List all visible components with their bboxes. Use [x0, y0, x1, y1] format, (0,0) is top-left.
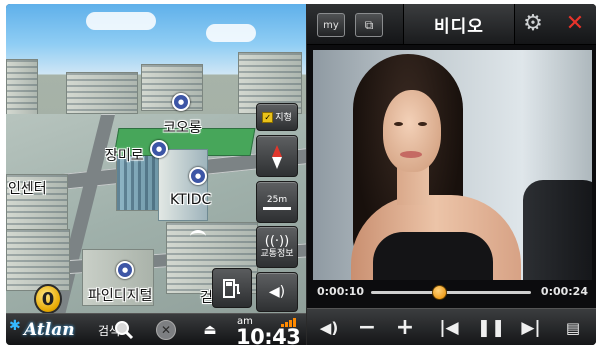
my-label: my — [323, 19, 339, 31]
seek-bar[interactable] — [371, 291, 531, 294]
clock-time: 10:43 — [236, 325, 301, 345]
plus-icon: + — [395, 315, 415, 340]
fuel-pump-icon — [223, 279, 240, 298]
close-icon: ✕ — [565, 11, 585, 36]
video-title: 비디오 — [403, 4, 515, 44]
building — [66, 72, 138, 114]
signal-strength-icon — [281, 318, 296, 327]
map-label-kolon: 코오롱 — [163, 120, 202, 136]
poi-pin[interactable]: ● — [150, 140, 168, 158]
ktidc-building — [158, 149, 208, 221]
scale-button[interactable]: 25m — [256, 181, 298, 223]
wireless-icon: ((·)) — [264, 234, 290, 249]
video-person-face — [383, 90, 441, 172]
scale-label: 25m — [266, 194, 288, 205]
terrain-label: 지형 — [275, 112, 292, 123]
fuel-station-button[interactable] — [212, 268, 252, 308]
volume-down-button[interactable]: − — [349, 309, 385, 345]
lips — [400, 151, 422, 158]
gear-icon: ⚙ — [523, 11, 543, 36]
compass-icon — [272, 145, 282, 169]
search-button[interactable] — [112, 318, 136, 342]
atlan-logo[interactable]: Atlan — [10, 317, 78, 343]
device-frame: ● ● ● ● 코오롱 장미로 인센터 KTIDC 파인디지털 걷 ✓ 지형 25… — [6, 4, 596, 345]
map-label-finedigital: 파인디지털 — [88, 288, 153, 304]
video-player: my ⧉ 비디오 ⚙ ✕ 0:00:10 0:00:24 ◀) − + |◀ ❚… — [306, 4, 596, 345]
close-button[interactable]: ✕ — [561, 10, 589, 38]
building — [6, 229, 70, 291]
eye — [418, 122, 427, 126]
previous-button[interactable]: |◀ — [431, 309, 467, 345]
volume-button[interactable]: ◀) — [256, 272, 298, 312]
mute-button[interactable]: ◀) — [311, 309, 347, 345]
map-label-jangmi: 장미로 — [105, 148, 144, 164]
checkbox-icon: ✓ — [262, 111, 274, 123]
map-label-center: 인센터 — [8, 181, 47, 197]
poi-pin[interactable]: ● — [189, 167, 207, 185]
speaker-icon: ◀) — [268, 284, 286, 300]
pause-button[interactable]: ❚❚ — [473, 309, 509, 345]
minus-icon: − — [357, 315, 377, 340]
eye — [394, 122, 403, 126]
close-icon: ✕ — [156, 320, 176, 340]
pause-icon: ❚❚ — [476, 317, 506, 338]
skip-previous-icon: |◀ — [439, 317, 459, 338]
map-label-partial: 걷 — [200, 290, 213, 306]
settings-button[interactable]: ⚙ — [521, 12, 545, 36]
file-list-button[interactable]: ▤ — [555, 309, 591, 345]
my-button[interactable]: my — [317, 13, 345, 37]
seek-handle[interactable] — [431, 285, 447, 300]
video-topbar: my ⧉ 비디오 ⚙ ✕ — [307, 4, 596, 45]
speaker-icon: ◀) — [319, 318, 339, 337]
sky-cloud — [86, 12, 156, 30]
window-mode-button[interactable]: ⧉ — [355, 13, 383, 37]
map-bottom-bar: ✱ Atlan 검색 ✕ ⏏ am 10:43 — [6, 313, 306, 345]
poi-pin[interactable]: ● — [172, 93, 190, 111]
file-list-icon: ▤ — [565, 318, 581, 337]
search-icon — [115, 321, 134, 340]
compass-button[interactable] — [256, 135, 298, 177]
next-button[interactable]: ▶| — [513, 309, 549, 345]
playback-controls: ◀) − + |◀ ❚❚ ▶| ▤ — [307, 308, 596, 345]
traffic-label: 교통정보 — [260, 249, 294, 259]
map-label-ktidc: KTIDC — [170, 192, 212, 208]
sky-cloud — [206, 24, 256, 42]
terrain-toggle-button[interactable]: ✓ 지형 — [256, 103, 298, 131]
window-icon: ⧉ — [364, 17, 374, 32]
skip-next-icon: ▶| — [521, 317, 541, 338]
cancel-route-button[interactable]: ✕ — [154, 318, 178, 342]
speed-badge: 0 — [34, 284, 62, 314]
video-frame[interactable] — [313, 50, 592, 280]
total-time: 0:00:24 — [540, 285, 588, 298]
video-person-top — [373, 232, 493, 280]
volume-up-button[interactable]: + — [387, 309, 423, 345]
eject-button[interactable]: ⏏ — [198, 318, 222, 342]
car-seat — [523, 180, 592, 280]
scale-bar-icon — [263, 206, 291, 210]
navigation-map[interactable]: ● ● ● ● 코오롱 장미로 인센터 KTIDC 파인디지털 걷 ✓ 지형 25… — [6, 4, 306, 345]
traffic-info-button[interactable]: ((·)) 교통정보 — [256, 226, 298, 268]
playback-timeline: 0:00:10 0:00:24 — [313, 280, 592, 304]
traffic-signal-icon — [190, 230, 206, 243]
current-time: 0:00:10 — [317, 285, 365, 298]
eject-icon: ⏏ — [203, 322, 217, 338]
poi-pin[interactable]: ● — [116, 261, 134, 279]
